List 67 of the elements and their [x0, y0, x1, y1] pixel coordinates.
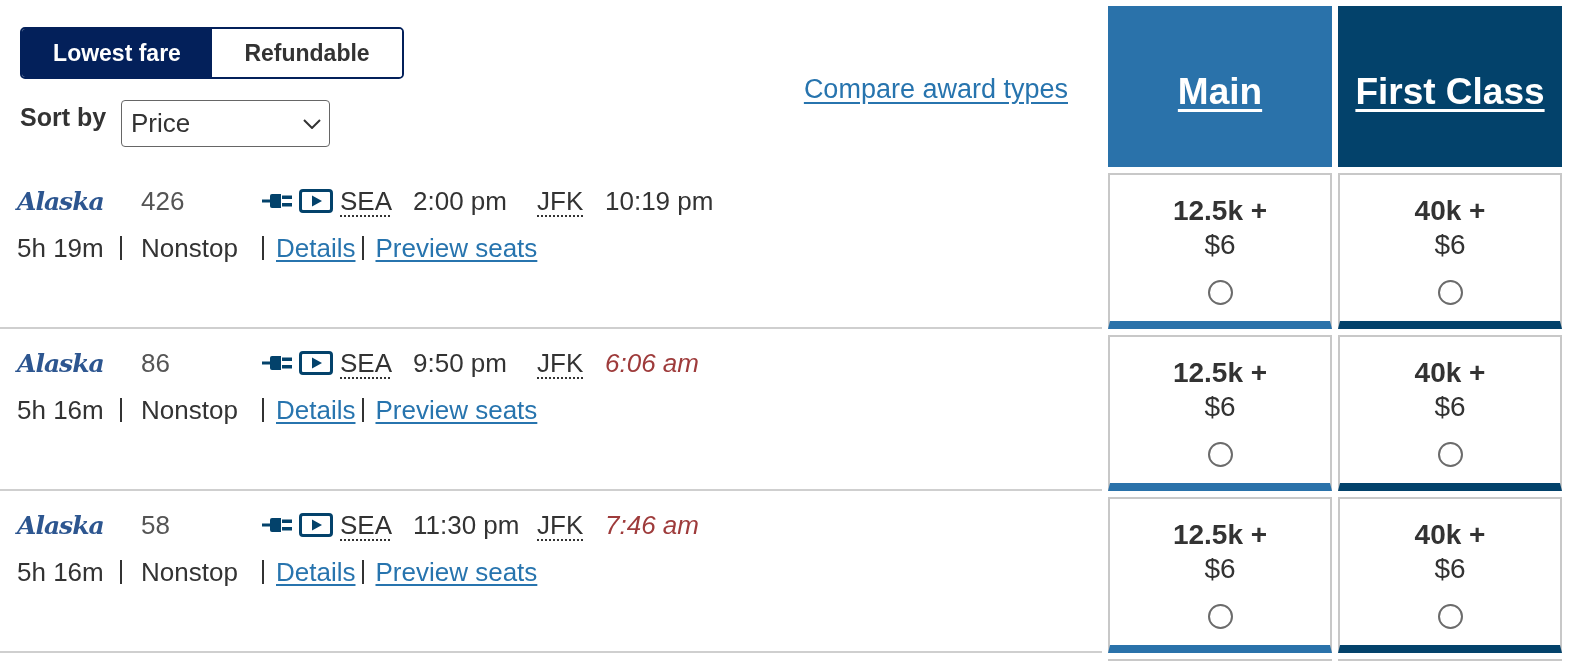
miles-amount: 40k +	[1414, 518, 1486, 552]
miles-amount: 40k +	[1414, 194, 1486, 228]
details-link[interactable]: Details	[276, 231, 356, 265]
fare-option-card[interactable]: 40k + $6	[1338, 173, 1562, 329]
arrival-time: 7:46 am	[605, 509, 699, 542]
fare-option-card[interactable]: 40k + $6	[1338, 335, 1562, 491]
airline-logo: Alaska	[17, 348, 104, 378]
video-screen-icon	[299, 351, 333, 375]
fare-option-card[interactable]: 40k + $6	[1338, 497, 1562, 653]
airline-logo: Alaska	[17, 186, 104, 216]
miles-amount: 12.5k +	[1172, 194, 1268, 228]
stops-label: Nonstop	[141, 394, 238, 427]
flight-duration: 5h 19m	[17, 232, 104, 265]
sort-select[interactable]: Price	[121, 100, 330, 147]
fare-price: $6	[1204, 552, 1236, 586]
power-plug-icon	[262, 517, 292, 533]
cabin-link[interactable]: Main	[1177, 70, 1263, 113]
airport-code: JFK	[537, 509, 584, 542]
flight-duration: 5h 16m	[17, 394, 104, 427]
airport-code: JFK	[537, 185, 584, 218]
fare-price: $6	[1434, 228, 1466, 262]
flight-duration: 5h 16m	[17, 556, 104, 589]
compare-award-types-link[interactable]: Compare award types	[803, 72, 1068, 106]
radio-button[interactable]	[1437, 442, 1463, 467]
video-screen-icon	[299, 513, 333, 537]
chevron-down-icon	[303, 118, 321, 129]
power-plug-icon	[262, 355, 292, 371]
miles-amount: 12.5k +	[1172, 356, 1268, 390]
flight-number: 58	[141, 509, 170, 542]
cabin-link[interactable]: First Class	[1355, 70, 1545, 113]
video-screen-icon	[299, 189, 333, 213]
departure-time: 2:00 pm	[413, 185, 507, 218]
departure-time: 9:50 pm	[413, 347, 507, 380]
airport-code: SEA	[340, 509, 393, 542]
stops-label: Nonstop	[141, 556, 238, 589]
fare-price: $6	[1204, 390, 1236, 424]
fare-price: $6	[1204, 228, 1236, 262]
departure-time: 11:30 pm	[413, 509, 520, 542]
arrival-time: 6:06 am	[605, 347, 699, 380]
fare-option-card[interactable]: 12.5k + $6	[1108, 335, 1332, 491]
details-link[interactable]: Details	[276, 393, 356, 427]
miles-amount: 40k +	[1414, 356, 1486, 390]
radio-button[interactable]	[1207, 604, 1233, 629]
airline-logo: Alaska	[17, 510, 104, 540]
airport-code: SEA	[340, 347, 393, 380]
fare-option-card[interactable]: 12.5k + $6	[1108, 173, 1332, 329]
fare-price: $6	[1434, 390, 1466, 424]
flight-number: 86	[141, 347, 170, 380]
airport-code: JFK	[537, 347, 584, 380]
details-link[interactable]: Details	[276, 555, 356, 589]
radio-button[interactable]	[1207, 280, 1233, 305]
radio-button[interactable]	[1437, 280, 1463, 305]
fare-price: $6	[1434, 552, 1466, 586]
power-plug-icon	[262, 193, 292, 209]
sort-by-label: Sort by	[20, 102, 108, 133]
radio-button[interactable]	[1207, 442, 1233, 467]
preview-seats-link[interactable]: Preview seats	[375, 231, 538, 265]
flight-number: 426	[141, 185, 185, 218]
fare-type-tab[interactable]: Lowest fare	[22, 29, 212, 77]
preview-seats-link[interactable]: Preview seats	[375, 393, 538, 427]
fare-option-card[interactable]: 12.5k + $6	[1108, 497, 1332, 653]
arrival-time: 10:19 pm	[605, 185, 714, 218]
miles-amount: 12.5k +	[1172, 518, 1268, 552]
radio-button[interactable]	[1437, 604, 1463, 629]
preview-seats-link[interactable]: Preview seats	[375, 555, 538, 589]
airport-code: SEA	[340, 185, 393, 218]
stops-label: Nonstop	[141, 232, 238, 265]
